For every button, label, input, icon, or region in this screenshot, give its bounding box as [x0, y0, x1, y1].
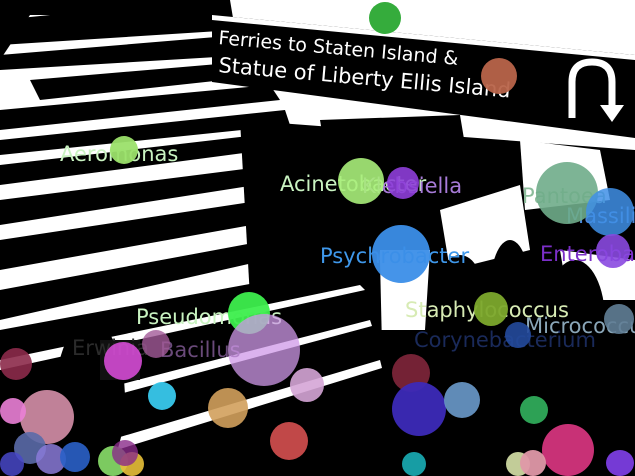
bubble: [369, 2, 401, 34]
bubble: [596, 234, 630, 268]
bubble: [481, 58, 517, 94]
bubble: [60, 442, 90, 472]
bubble: [0, 452, 24, 476]
bubble: [270, 422, 308, 460]
bubble: [112, 440, 138, 466]
bubble: [474, 292, 508, 326]
bubble: [542, 424, 594, 476]
bubble: [0, 348, 32, 380]
bubble: [338, 158, 384, 204]
bubble: [228, 314, 300, 386]
bubble: [444, 382, 480, 418]
bubble: [604, 304, 634, 334]
bubble: [402, 452, 426, 476]
bubble: [387, 167, 419, 199]
scene: Ferries to Staten Island & Statue of Lib…: [0, 0, 635, 476]
bubble: [104, 342, 142, 380]
bubble: [290, 368, 324, 402]
bubble: [0, 398, 26, 424]
bubble: [208, 388, 248, 428]
bubble: [505, 322, 531, 348]
bubble: [606, 450, 634, 476]
bubble: [110, 136, 138, 164]
bubble: [148, 382, 176, 410]
bubble: [392, 382, 446, 436]
bubble: [142, 330, 170, 358]
bubble: [520, 396, 548, 424]
bubble: [372, 225, 430, 283]
bubble: [586, 188, 634, 236]
bubble: [520, 450, 546, 476]
